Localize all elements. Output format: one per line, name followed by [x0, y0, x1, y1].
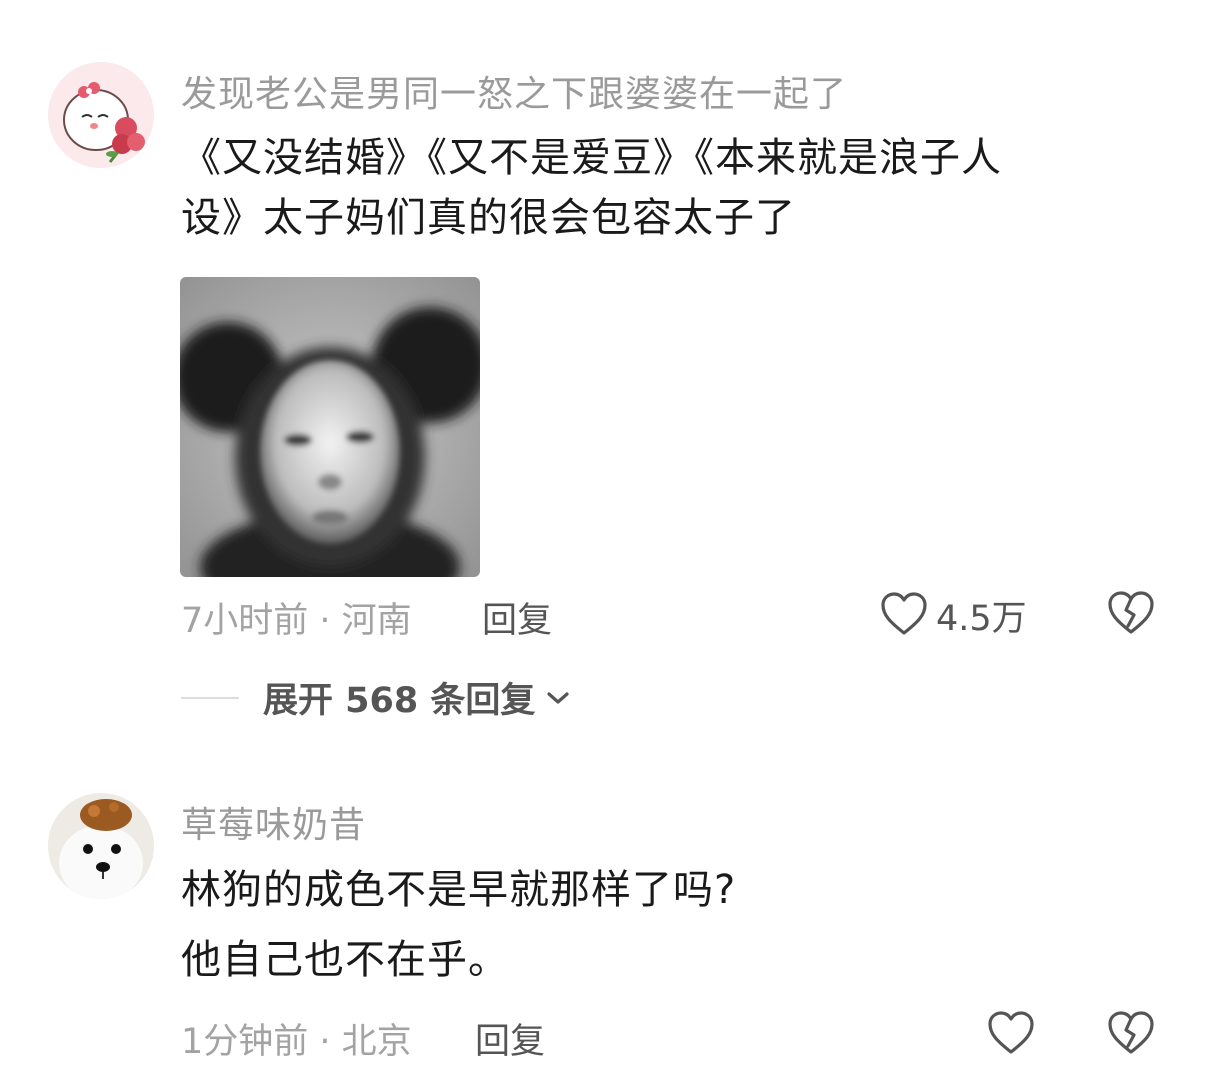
comment-text-line: 《又没结婚》《又不是爱豆》《本来就是浪子人: [181, 135, 1002, 181]
username[interactable]: 发现老公是男同一怒之下跟婆婆在一起了: [181, 65, 847, 117]
broken-heart-icon: [1107, 1011, 1155, 1060]
time-location: 1分钟前 · 北京: [181, 1022, 412, 1062]
dislike-button[interactable]: [1107, 1010, 1155, 1060]
comment-text-line: 林狗的成色不是早就那样了吗?: [181, 867, 737, 913]
divider-line: [181, 696, 239, 699]
comment-item: 草莓味奶昔 林狗的成色不是早就那样了吗? 他自己也不在乎。 1分钟前 · 北京 …: [0, 740, 1206, 1081]
heart-outline-icon: [987, 1010, 1035, 1060]
comment-text-line: 设》太子妈们真的很会包容太子了: [181, 195, 796, 241]
time-location: 7小时前 · 河南: [181, 601, 412, 641]
comment-item: 发现老公是男同一怒之下跟婆婆在一起了 《又没结婚》《又不是爱豆》《本来就是浪子人…: [0, 0, 1206, 740]
username[interactable]: 草莓味奶昔: [181, 796, 366, 848]
comment-text: 《又没结婚》《又不是爱豆》《本来就是浪子人 设》太子妈们真的很会包容太子了: [181, 128, 1141, 248]
sticker-image[interactable]: [180, 277, 480, 577]
dislike-button[interactable]: [1107, 590, 1155, 640]
expand-replies-button[interactable]: 展开 568 条回复: [181, 672, 571, 723]
like-button[interactable]: 4.5万: [880, 590, 1027, 641]
chevron-down-icon: [545, 688, 571, 708]
avatar[interactable]: [48, 793, 154, 899]
expand-replies-label: 展开 568 条回复: [263, 681, 536, 721]
like-count: 4.5万: [936, 599, 1027, 639]
comment-text-line: 他自己也不在乎。: [181, 937, 509, 983]
comment-list: 发现老公是男同一怒之下跟婆婆在一起了 《又没结婚》《又不是爱豆》《本来就是浪子人…: [0, 0, 1206, 1081]
reply-button[interactable]: 回复: [482, 592, 552, 643]
heart-outline-icon: [880, 591, 928, 641]
reply-button[interactable]: 回复: [475, 1013, 545, 1064]
broken-heart-icon: [1107, 591, 1155, 640]
like-button[interactable]: [987, 1010, 1035, 1060]
comment-text: 林狗的成色不是早就那样了吗? 他自己也不在乎。: [181, 860, 1141, 990]
avatar[interactable]: [48, 62, 154, 168]
